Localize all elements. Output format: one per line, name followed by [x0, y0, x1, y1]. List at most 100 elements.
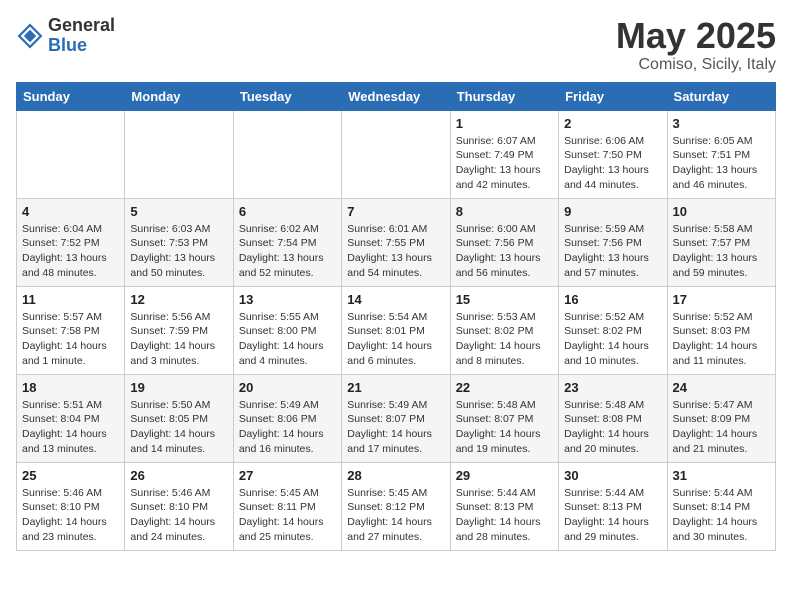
day-info: Sunrise: 5:45 AMSunset: 8:11 PMDaylight:… [239, 486, 336, 545]
calendar-cell: 8 Sunrise: 6:00 AMSunset: 7:56 PMDaylight… [450, 198, 558, 286]
weekday-header-monday: Monday [125, 82, 233, 110]
day-info: Sunrise: 6:04 AMSunset: 7:52 PMDaylight:… [22, 222, 119, 281]
location-subtitle: Comiso, Sicily, Italy [616, 56, 776, 74]
day-number: 29 [456, 468, 553, 483]
calendar-cell: 3 Sunrise: 6:05 AMSunset: 7:51 PMDaylight… [667, 110, 775, 198]
day-info: Sunrise: 5:48 AMSunset: 8:07 PMDaylight:… [456, 398, 553, 457]
day-number: 31 [673, 468, 770, 483]
day-info: Sunrise: 5:44 AMSunset: 8:13 PMDaylight:… [564, 486, 661, 545]
day-number: 18 [22, 380, 119, 395]
weekday-header-sunday: Sunday [17, 82, 125, 110]
day-number: 10 [673, 204, 770, 219]
day-number: 15 [456, 292, 553, 307]
title-block: May 2025 Comiso, Sicily, Italy [616, 16, 776, 74]
calendar-cell: 19 Sunrise: 5:50 AMSunset: 8:05 PMDayligh… [125, 374, 233, 462]
calendar-cell: 15 Sunrise: 5:53 AMSunset: 8:02 PMDayligh… [450, 286, 558, 374]
day-number: 27 [239, 468, 336, 483]
day-number: 3 [673, 116, 770, 131]
calendar-cell: 7Sunrise: 6:01 AMSunset: 7:55 PMDaylight… [342, 198, 450, 286]
calendar-cell: 1Sunrise: 6:07 AMSunset: 7:49 PMDaylight… [450, 110, 558, 198]
calendar-cell: 28 Sunrise: 5:45 AMSunset: 8:12 PMDayligh… [342, 462, 450, 550]
calendar-cell: 11Sunrise: 5:57 AMSunset: 7:58 PMDayligh… [17, 286, 125, 374]
day-info: Sunrise: 5:58 AMSunset: 7:57 PMDaylight:… [673, 222, 770, 281]
weekday-header-wednesday: Wednesday [342, 82, 450, 110]
day-info: Sunrise: 5:49 AMSunset: 8:06 PMDaylight:… [239, 398, 336, 457]
calendar-cell: 13 Sunrise: 5:55 AMSunset: 8:00 PMDayligh… [233, 286, 341, 374]
day-number: 22 [456, 380, 553, 395]
calendar-cell: 21Sunrise: 5:49 AMSunset: 8:07 PMDayligh… [342, 374, 450, 462]
day-info: Sunrise: 5:46 AMSunset: 8:10 PMDaylight:… [22, 486, 119, 545]
day-info: Sunrise: 5:53 AMSunset: 8:02 PMDaylight:… [456, 310, 553, 369]
calendar-cell: 12Sunrise: 5:56 AMSunset: 7:59 PMDayligh… [125, 286, 233, 374]
calendar-cell: 18 Sunrise: 5:51 AMSunset: 8:04 PMDayligh… [17, 374, 125, 462]
calendar-cell: 4 Sunrise: 6:04 AMSunset: 7:52 PMDaylight… [17, 198, 125, 286]
calendar-cell: 30Sunrise: 5:44 AMSunset: 8:13 PMDayligh… [559, 462, 667, 550]
day-info: Sunrise: 5:59 AMSunset: 7:56 PMDaylight:… [564, 222, 661, 281]
day-number: 16 [564, 292, 661, 307]
calendar-cell: 27 Sunrise: 5:45 AMSunset: 8:11 PMDayligh… [233, 462, 341, 550]
day-info: Sunrise: 5:49 AMSunset: 8:07 PMDaylight:… [347, 398, 444, 457]
day-info: Sunrise: 6:06 AMSunset: 7:50 PMDaylight:… [564, 134, 661, 193]
calendar-cell: 22 Sunrise: 5:48 AMSunset: 8:07 PMDayligh… [450, 374, 558, 462]
day-info: Sunrise: 6:00 AMSunset: 7:56 PMDaylight:… [456, 222, 553, 281]
page-header: General Blue May 2025 Comiso, Sicily, It… [16, 16, 776, 74]
day-info: Sunrise: 5:55 AMSunset: 8:00 PMDaylight:… [239, 310, 336, 369]
day-info: Sunrise: 5:45 AMSunset: 8:12 PMDaylight:… [347, 486, 444, 545]
day-info: Sunrise: 5:47 AMSunset: 8:09 PMDaylight:… [673, 398, 770, 457]
weekday-header-friday: Friday [559, 82, 667, 110]
day-number: 5 [130, 204, 227, 219]
day-number: 25 [22, 468, 119, 483]
calendar-cell: 20 Sunrise: 5:49 AMSunset: 8:06 PMDayligh… [233, 374, 341, 462]
calendar-cell [342, 110, 450, 198]
week-row-4: 18 Sunrise: 5:51 AMSunset: 8:04 PMDayligh… [17, 374, 776, 462]
calendar-cell: 26 Sunrise: 5:46 AMSunset: 8:10 PMDayligh… [125, 462, 233, 550]
day-number: 28 [347, 468, 444, 483]
day-number: 8 [456, 204, 553, 219]
week-row-3: 11Sunrise: 5:57 AMSunset: 7:58 PMDayligh… [17, 286, 776, 374]
day-number: 13 [239, 292, 336, 307]
day-number: 14 [347, 292, 444, 307]
calendar-cell: 16 Sunrise: 5:52 AMSunset: 8:02 PMDayligh… [559, 286, 667, 374]
day-info: Sunrise: 5:52 AMSunset: 8:03 PMDaylight:… [673, 310, 770, 369]
day-info: Sunrise: 5:51 AMSunset: 8:04 PMDaylight:… [22, 398, 119, 457]
day-info: Sunrise: 5:54 AMSunset: 8:01 PMDaylight:… [347, 310, 444, 369]
week-row-2: 4 Sunrise: 6:04 AMSunset: 7:52 PMDaylight… [17, 198, 776, 286]
calendar-cell: 5Sunrise: 6:03 AMSunset: 7:53 PMDaylight… [125, 198, 233, 286]
calendar-table: SundayMondayTuesdayWednesdayThursdayFrid… [16, 82, 776, 551]
week-row-5: 25 Sunrise: 5:46 AMSunset: 8:10 PMDayligh… [17, 462, 776, 550]
day-info: Sunrise: 5:52 AMSunset: 8:02 PMDaylight:… [564, 310, 661, 369]
day-number: 9 [564, 204, 661, 219]
calendar-cell: 14 Sunrise: 5:54 AMSunset: 8:01 PMDayligh… [342, 286, 450, 374]
calendar-cell: 9 Sunrise: 5:59 AMSunset: 7:56 PMDaylight… [559, 198, 667, 286]
calendar-cell: 24 Sunrise: 5:47 AMSunset: 8:09 PMDayligh… [667, 374, 775, 462]
day-number: 7 [347, 204, 444, 219]
day-number: 12 [130, 292, 227, 307]
day-number: 24 [673, 380, 770, 395]
calendar-cell: 25 Sunrise: 5:46 AMSunset: 8:10 PMDayligh… [17, 462, 125, 550]
calendar-cell: 31Sunrise: 5:44 AMSunset: 8:14 PMDayligh… [667, 462, 775, 550]
day-info: Sunrise: 6:05 AMSunset: 7:51 PMDaylight:… [673, 134, 770, 193]
day-info: Sunrise: 5:50 AMSunset: 8:05 PMDaylight:… [130, 398, 227, 457]
calendar-cell: 6Sunrise: 6:02 AMSunset: 7:54 PMDaylight… [233, 198, 341, 286]
weekday-header-row: SundayMondayTuesdayWednesdayThursdayFrid… [17, 82, 776, 110]
week-row-1: 1Sunrise: 6:07 AMSunset: 7:49 PMDaylight… [17, 110, 776, 198]
day-info: Sunrise: 5:57 AMSunset: 7:58 PMDaylight:… [22, 310, 119, 369]
day-number: 17 [673, 292, 770, 307]
day-info: Sunrise: 5:46 AMSunset: 8:10 PMDaylight:… [130, 486, 227, 545]
logo-icon [16, 22, 44, 50]
weekday-header-thursday: Thursday [450, 82, 558, 110]
weekday-header-saturday: Saturday [667, 82, 775, 110]
calendar-cell: 17 Sunrise: 5:52 AMSunset: 8:03 PMDayligh… [667, 286, 775, 374]
day-number: 26 [130, 468, 227, 483]
calendar-cell [233, 110, 341, 198]
day-number: 19 [130, 380, 227, 395]
weekday-header-tuesday: Tuesday [233, 82, 341, 110]
day-number: 4 [22, 204, 119, 219]
calendar-cell: 2 Sunrise: 6:06 AMSunset: 7:50 PMDaylight… [559, 110, 667, 198]
calendar-cell [125, 110, 233, 198]
day-number: 1 [456, 116, 553, 131]
day-number: 2 [564, 116, 661, 131]
calendar-cell: 10 Sunrise: 5:58 AMSunset: 7:57 PMDayligh… [667, 198, 775, 286]
day-number: 20 [239, 380, 336, 395]
logo-general-text: General [48, 16, 115, 36]
